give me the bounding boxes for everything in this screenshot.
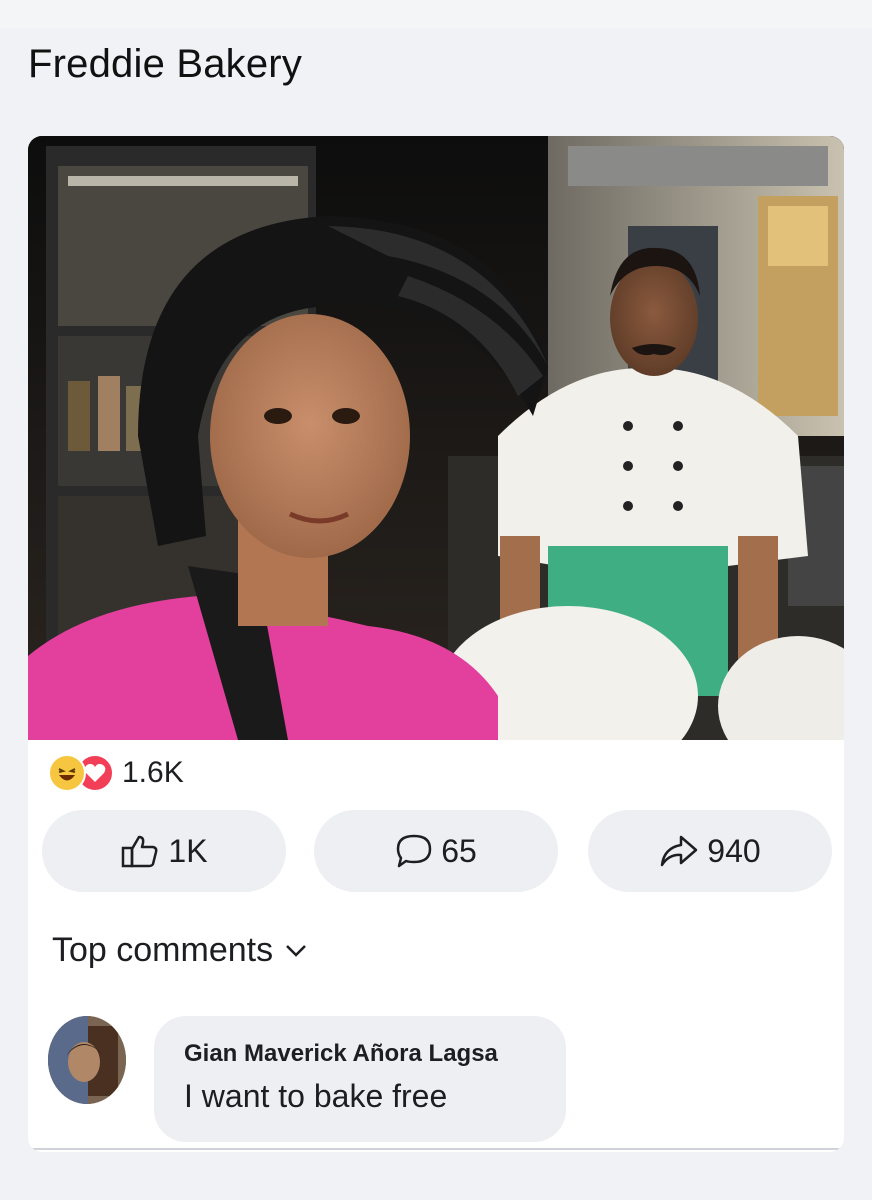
comment-button[interactable]: 65 xyxy=(314,810,558,892)
comment-author-name[interactable]: Gian Maverick Añora Lagsa xyxy=(184,1040,498,1068)
share-button[interactable]: 940 xyxy=(588,810,832,892)
chevron-down-icon xyxy=(286,944,306,957)
photo-illustration xyxy=(28,136,844,740)
haha-reaction-icon xyxy=(48,754,86,792)
avatar-image xyxy=(48,1016,126,1104)
like-count: 1K xyxy=(168,832,208,869)
page-title[interactable]: Freddie Bakery xyxy=(28,42,302,87)
comment-text: I want to bake free xyxy=(184,1078,448,1114)
divider xyxy=(28,1148,844,1150)
comment-sort-label: Top comments xyxy=(52,931,274,969)
post-photo[interactable] xyxy=(28,136,844,740)
comment-count: 65 xyxy=(441,832,477,869)
thumbs-up-icon xyxy=(122,835,158,868)
comment-sort-dropdown[interactable]: Top comments xyxy=(52,931,307,970)
share-arrow-icon xyxy=(661,835,698,867)
reactions-summary[interactable]: 1.6K xyxy=(48,750,184,796)
commenter-avatar[interactable] xyxy=(48,1016,126,1104)
share-count: 940 xyxy=(707,832,761,869)
reaction-count: 1.6K xyxy=(122,756,184,789)
post-card: 1.6K 1K 65 940 Top comments Gian Maveric… xyxy=(28,136,844,1152)
top-bar xyxy=(0,0,872,28)
comment-bubble-icon xyxy=(396,834,432,868)
like-button[interactable]: 1K xyxy=(42,810,286,892)
comment-bubble: Gian Maverick Añora Lagsa I want to bake… xyxy=(154,1016,566,1142)
